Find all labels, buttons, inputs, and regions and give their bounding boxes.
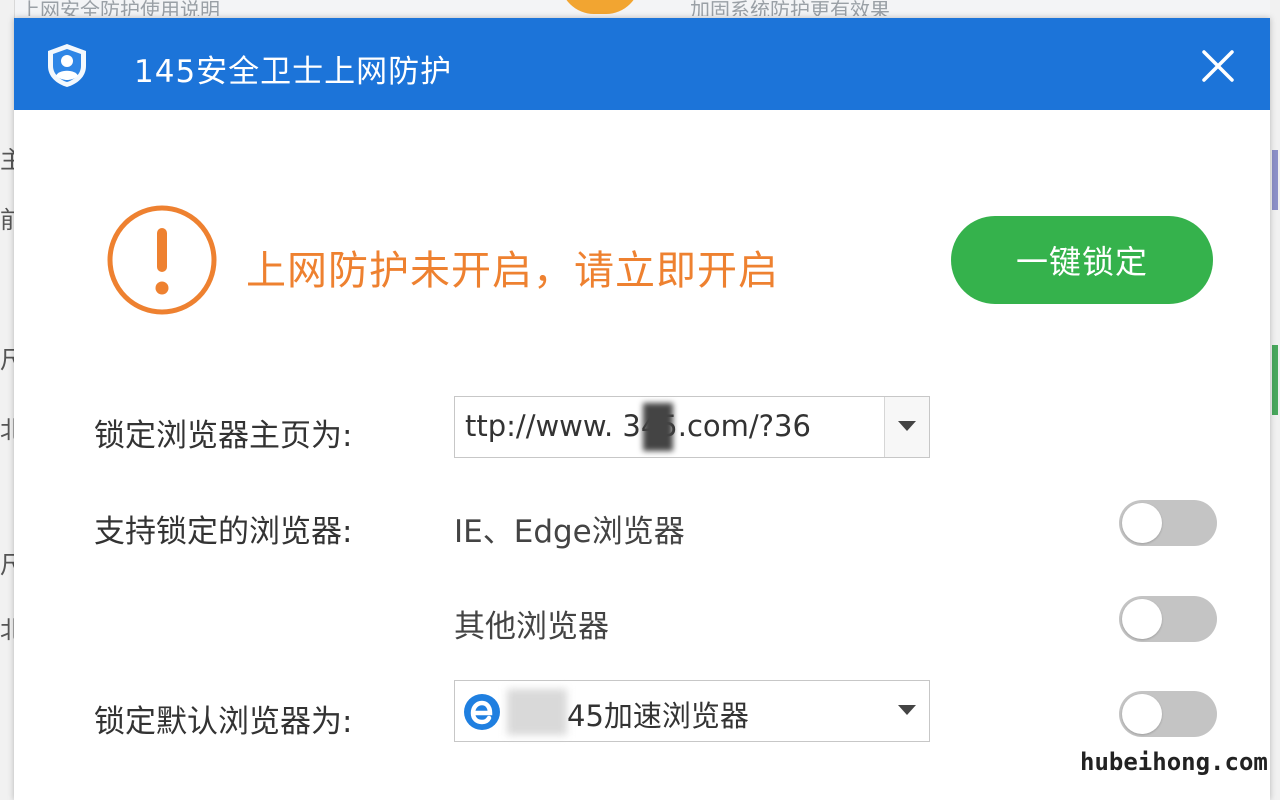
background-scroll-mark — [1272, 345, 1278, 415]
browser-option-ie-edge: IE、Edge浏览器 — [454, 514, 685, 550]
chevron-down-icon — [898, 705, 916, 715]
background-char: 尺 — [0, 346, 14, 374]
other-browsers-toggle[interactable] — [1119, 596, 1217, 642]
dialog-titlebar[interactable]: 145安全卫士上网防护 — [14, 18, 1270, 110]
warning-message: 上网防护未开启，请立即开启 — [246, 248, 779, 294]
redacted-patch — [507, 689, 567, 735]
background-char: 北 — [0, 416, 14, 444]
protection-dialog: 145安全卫士上网防护 上网防护未开启，请立即开启 一键锁定 锁定浏览器主页为:… — [14, 18, 1270, 800]
browser-option-other: 其他浏览器 — [454, 609, 609, 645]
background-app-icon — [560, 0, 640, 14]
background-window-left: 主 前 尺 北 尺 北 — [0, 0, 15, 800]
toggle-knob — [1122, 599, 1162, 639]
homepage-lock-label: 锁定浏览器主页为: — [94, 418, 353, 454]
redacted-patch — [643, 403, 673, 451]
site-watermark: hubeihong.com — [1080, 748, 1268, 776]
background-window-top: 上网安全防护使用说明 加固系统防护更有效果 — [0, 0, 1280, 18]
background-char: 主 — [0, 146, 14, 174]
homepage-url-select[interactable]: ttp://www. 345.com/?36 — [454, 396, 930, 458]
toggle-knob — [1122, 503, 1162, 543]
background-text-right: 加固系统防护更有效果 — [690, 0, 890, 16]
chevron-down-icon — [898, 421, 916, 431]
background-text-left: 上网安全防护使用说明 — [20, 0, 220, 16]
warning-icon — [107, 205, 217, 315]
close-icon[interactable] — [1200, 48, 1236, 84]
default-browser-dropdown-button[interactable] — [885, 681, 929, 741]
background-char: 前 — [0, 206, 14, 234]
toggle-knob — [1122, 694, 1162, 734]
ie-edge-toggle[interactable] — [1119, 500, 1217, 546]
background-window-right — [1270, 0, 1280, 800]
default-browser-value: 45加速浏览器 — [567, 699, 749, 733]
default-browser-select[interactable]: 45加速浏览器 — [454, 680, 930, 742]
background-char: 北 — [0, 616, 14, 644]
supported-browsers-label: 支持锁定的浏览器: — [94, 514, 353, 550]
dialog-title: 145安全卫士上网防护 — [134, 54, 453, 90]
background-scroll-mark — [1272, 150, 1278, 210]
shield-icon — [48, 44, 86, 87]
homepage-dropdown-button[interactable] — [884, 397, 929, 457]
browser-e-icon — [464, 694, 500, 730]
default-browser-toggle[interactable] — [1119, 691, 1217, 737]
one-click-lock-button[interactable]: 一键锁定 — [951, 216, 1213, 304]
background-char: 尺 — [0, 551, 14, 579]
default-browser-label: 锁定默认浏览器为: — [94, 704, 353, 740]
